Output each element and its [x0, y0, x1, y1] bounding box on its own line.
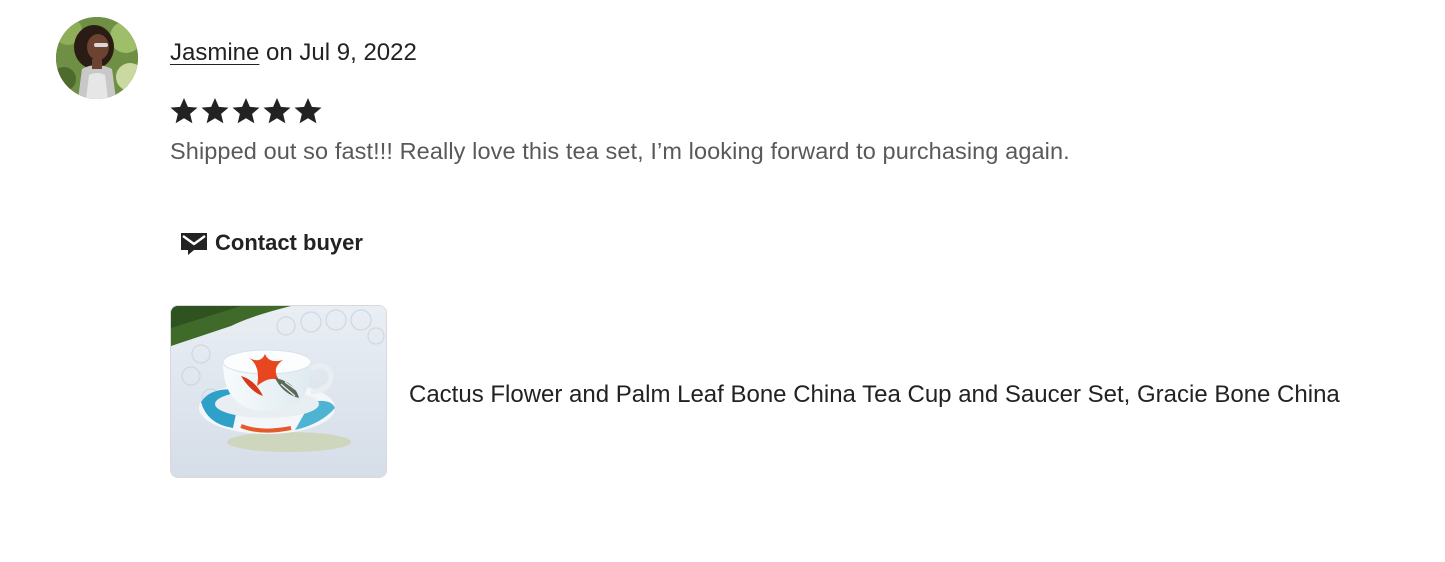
- star-icon: [263, 98, 291, 124]
- star-icon: [201, 98, 229, 124]
- star-rating: [169, 96, 323, 126]
- star-icon: [232, 98, 260, 124]
- reviewer-avatar[interactable]: [56, 17, 138, 99]
- star-icon: [170, 98, 198, 124]
- listing-thumbnail[interactable]: [170, 305, 387, 478]
- review-header: Jasmine on Jul 9, 2022: [170, 37, 417, 69]
- reviewer-avatar-image: [56, 17, 138, 99]
- contact-buyer-label: Contact buyer: [215, 230, 363, 255]
- teacup-image: [171, 306, 386, 477]
- contact-buyer-button[interactable]: Contact buyer: [170, 222, 373, 264]
- reviewer-name-link[interactable]: Jasmine: [170, 39, 259, 66]
- review-text: Shipped out so fast!!! Really love this …: [170, 138, 1070, 164]
- listing-title-link[interactable]: Cactus Flower and Palm Leaf Bone China T…: [409, 379, 1340, 411]
- review-date: on Jul 9, 2022: [266, 39, 417, 66]
- envelope-icon: [181, 233, 207, 255]
- star-icon: [294, 98, 322, 124]
